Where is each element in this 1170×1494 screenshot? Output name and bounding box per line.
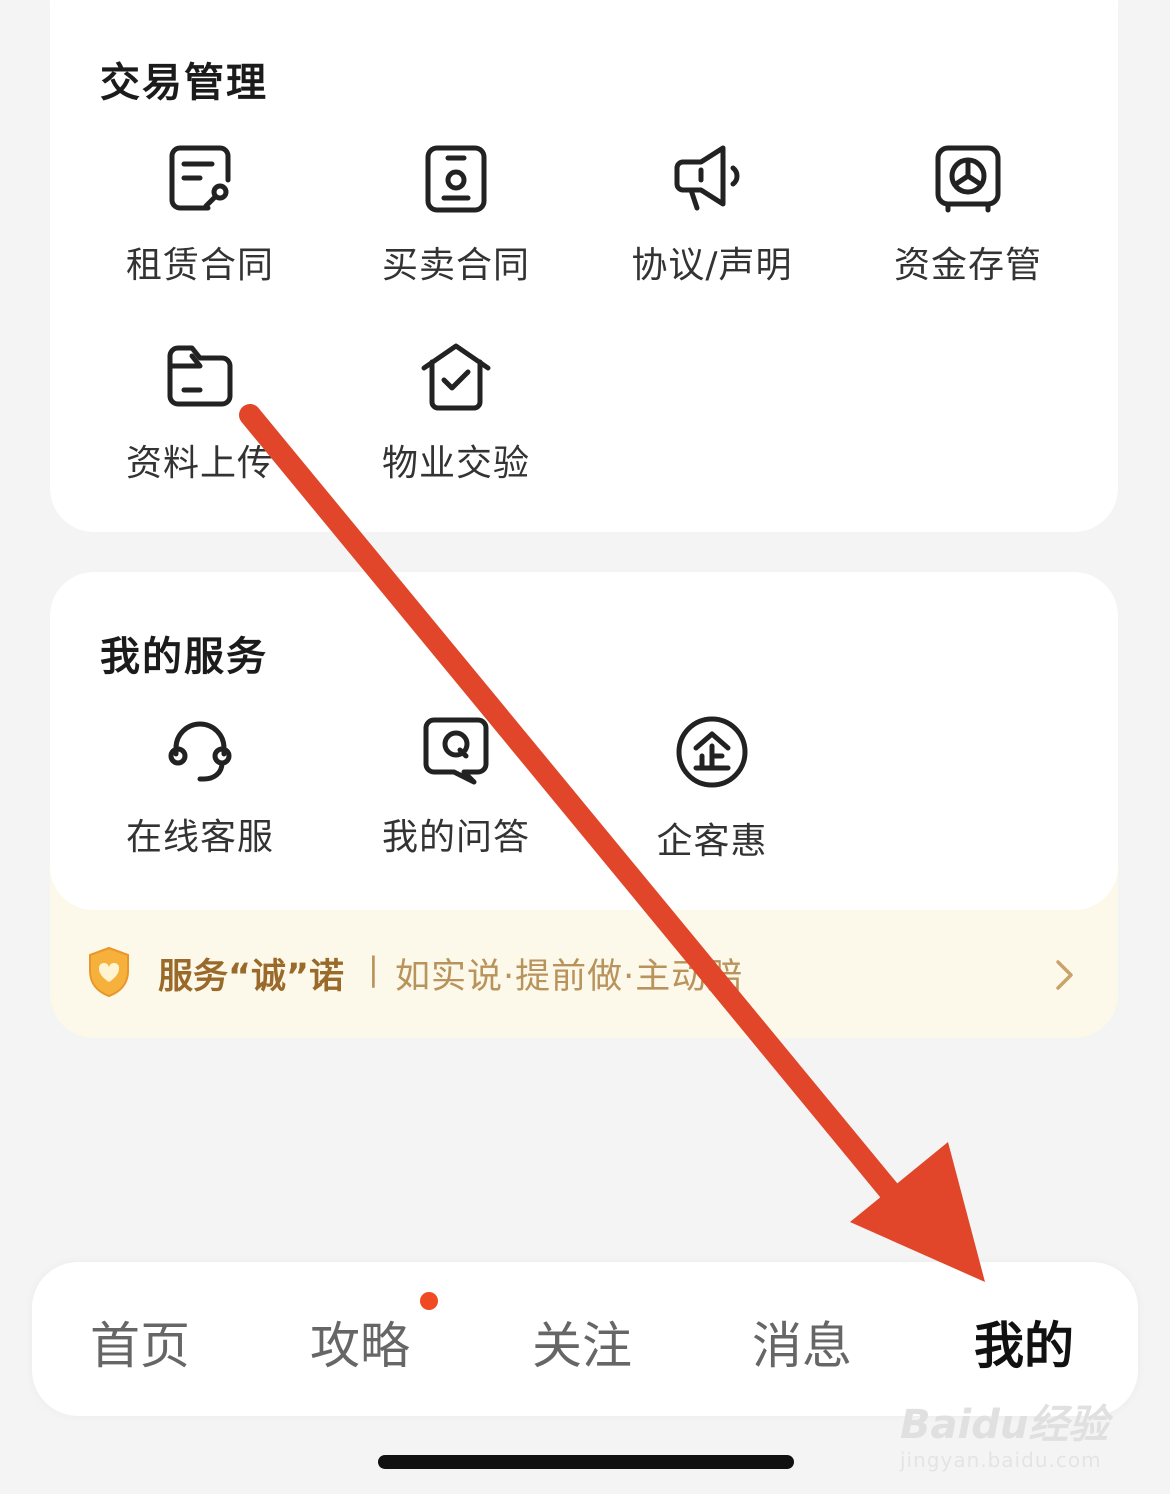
online-service-label: 在线客服: [125, 817, 274, 858]
qa-bubble-icon: [423, 717, 489, 785]
enterprise-icon: [676, 716, 748, 788]
fund-custody-label: 资金存管: [893, 245, 1042, 286]
tab-guide[interactable]: 攻略: [310, 1306, 410, 1378]
tab-messages[interactable]: 消息: [752, 1306, 852, 1378]
baidu-watermark: Baidu经验 jingyan.baidu.com: [900, 1392, 1108, 1472]
enterprise-benefit-label: 企客惠: [656, 821, 768, 862]
headset-icon: [168, 721, 232, 782]
tab-mine[interactable]: 我的: [974, 1306, 1074, 1378]
purchase-contract-label: 买卖合同: [381, 245, 530, 286]
purchase-contract-icon: [425, 145, 487, 213]
home-indicator: [378, 1455, 794, 1469]
folder-upload-icon: [167, 345, 233, 407]
lease-contract-label: 租赁合同: [125, 245, 274, 286]
pledge-separator: |: [368, 950, 379, 988]
my-qa-button[interactable]: 我的问答: [336, 714, 576, 860]
service-section-title: 我的服务: [100, 634, 268, 680]
property-inspection-label: 物业交验: [381, 443, 530, 484]
tab-follow[interactable]: 关注: [532, 1306, 632, 1378]
my-services-card: 我的服务 在线客服 我的问答 企客惠: [50, 572, 1118, 910]
watermark-main: Baidu经验: [900, 1402, 1109, 1448]
online-service-button[interactable]: 在线客服: [80, 714, 320, 860]
fund-custody-button[interactable]: 资金存管: [848, 142, 1088, 288]
trade-management-card: 交易管理 租赁合同 买卖合同 协议/声明 资金存管 资料上传 物业交验: [50, 0, 1118, 532]
pledge-subtitle: 如实说·提前做·主动赔: [395, 957, 744, 997]
document-upload-button[interactable]: 资料上传: [80, 340, 320, 486]
my-qa-label: 我的问答: [381, 817, 530, 858]
document-upload-label: 资料上传: [125, 443, 274, 484]
agreement-statement-button[interactable]: 协议/声明: [592, 142, 832, 288]
safe-icon: [935, 145, 1001, 213]
megaphone-icon: [674, 145, 740, 211]
pledge-title: 服务“诚”诺: [158, 957, 345, 997]
chevron-right-icon: [1056, 960, 1073, 990]
enterprise-benefit-button[interactable]: 企客惠: [592, 714, 832, 864]
purchase-contract-button[interactable]: 买卖合同: [336, 142, 576, 288]
tab-home[interactable]: 首页: [90, 1306, 190, 1378]
shield-heart-icon: [89, 946, 129, 998]
property-inspection-button[interactable]: 物业交验: [336, 340, 576, 486]
watermark-sub: jingyan.baidu.com: [900, 1448, 1102, 1472]
trade-section-title: 交易管理: [100, 60, 268, 106]
lease-contract-button[interactable]: 租赁合同: [80, 142, 320, 288]
house-check-icon: [421, 343, 491, 411]
guide-badge-dot: [420, 1292, 438, 1310]
agreement-statement-label: 协议/声明: [631, 245, 793, 286]
contract-sign-icon: [169, 145, 231, 211]
